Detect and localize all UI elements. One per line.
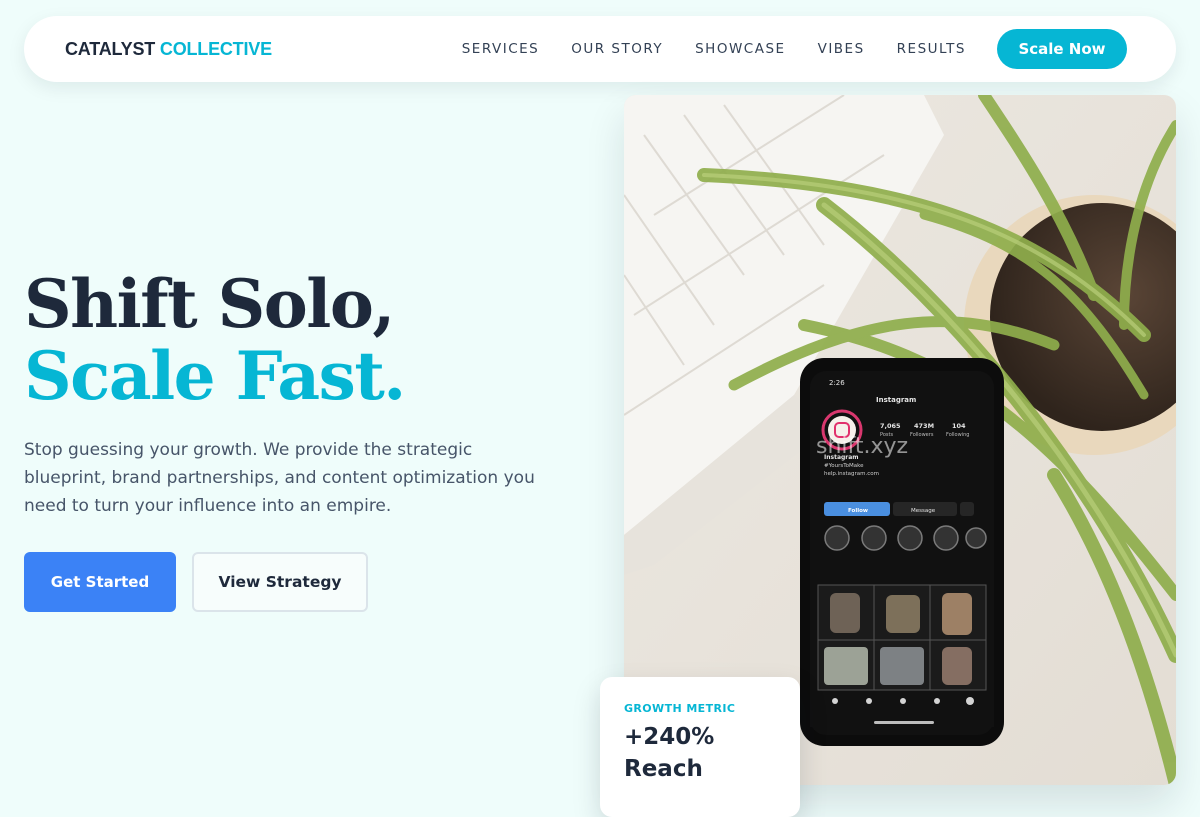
- growth-metric-card: GROWTH METRIC +240% Reach: [600, 677, 800, 817]
- stat-followers-label: Followers: [910, 432, 934, 438]
- bio-link: help.instagram.com: [824, 471, 879, 477]
- brand-name-primary: CATALYST: [65, 39, 156, 59]
- photo-watermark: shift.xyz: [816, 434, 908, 459]
- brand-name-accent: COLLECTIVE: [159, 39, 272, 59]
- metric-label: GROWTH METRIC: [624, 702, 736, 715]
- hero-title-line1: Shift Solo,: [24, 265, 395, 343]
- nav-link-vibes[interactable]: VIBES: [818, 41, 865, 57]
- nav-link-our-story[interactable]: OUR STORY: [571, 41, 663, 57]
- hero-title-line2: Scale Fast.: [24, 337, 406, 415]
- stat-following-value: 104: [952, 422, 966, 430]
- metric-value: +240% Reach: [624, 724, 715, 782]
- view-strategy-button[interactable]: View Strategy: [192, 552, 368, 612]
- stat-following-label: Following: [946, 432, 969, 438]
- phone-profile-title: Instagram: [876, 396, 916, 404]
- stat-posts-value: 7,065: [880, 422, 901, 430]
- nav-link-results[interactable]: RESULTS: [897, 41, 966, 57]
- hero-subtitle: Stop guessing your growth. We provide th…: [24, 440, 535, 516]
- nav-link-showcase[interactable]: SHOWCASE: [695, 41, 785, 57]
- bio-tag: #YoursToMake: [824, 463, 864, 469]
- stat-followers-value: 473M: [914, 422, 934, 430]
- phone-status-time: 2:26: [829, 379, 845, 387]
- message-label: Message: [911, 508, 936, 514]
- hero-title: Shift Solo, Scale Fast.: [24, 265, 406, 415]
- follow-label: Follow: [848, 508, 868, 514]
- top-navbar: CATALYST COLLECTIVE SERVICES OUR STORY S…: [24, 16, 1176, 82]
- get-started-button[interactable]: Get Started: [24, 552, 176, 612]
- nav-links: SERVICES OUR STORY SHOWCASE VIBES RESULT…: [462, 41, 966, 57]
- nav-link-services[interactable]: SERVICES: [462, 41, 539, 57]
- scale-now-button[interactable]: Scale Now: [997, 29, 1127, 69]
- brand-logo[interactable]: CATALYST COLLECTIVE: [65, 39, 272, 59]
